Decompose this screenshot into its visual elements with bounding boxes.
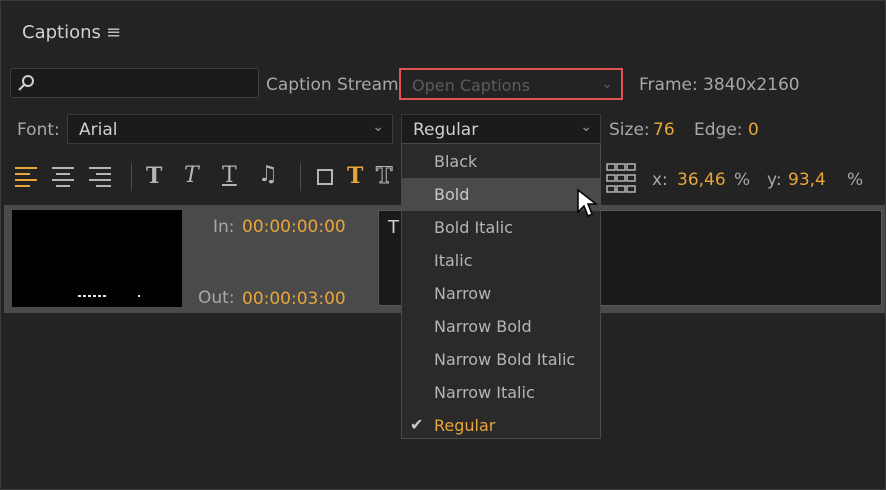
toolbar-divider [131,163,132,191]
y-label: y: [767,170,782,190]
dropdown-item[interactable]: Bold Italic [402,211,600,244]
dropdown-item-label: Bold Italic [434,218,513,237]
italic-button[interactable]: T [184,163,199,188]
dropdown-item-label: Narrow [434,284,492,303]
font-select[interactable]: Arial ⌄ [67,114,393,144]
x-unit: % [734,170,751,190]
chevron-down-icon: ⌄ [601,76,613,92]
bold-button[interactable]: T [146,163,162,189]
underline-button[interactable]: T [222,163,237,188]
font-label: Font: [17,120,60,140]
music-note-icon[interactable]: ♫ [258,162,278,187]
dropdown-item-label: Black [434,152,478,171]
y-unit: % [847,170,864,190]
text-color-button[interactable]: T [347,163,363,189]
caption-stream-select[interactable]: Open Captions ⌄ [399,68,623,100]
dropdown-item-label: Regular [434,416,496,435]
dropdown-item[interactable]: Narrow Bold Italic [402,343,600,376]
align-center-icon[interactable] [51,165,75,189]
x-value[interactable]: 36,46 [677,170,726,190]
chevron-down-icon: ⌄ [580,119,592,135]
in-label: In: [213,217,235,237]
dropdown-item-label: Bold [434,185,470,204]
dropdown-item[interactable]: Narrow [402,277,600,310]
align-left-icon[interactable] [14,165,38,189]
text-outline-button[interactable]: T [375,163,392,190]
caption-preview-text [78,295,108,297]
dropdown-item[interactable]: ✔ Regular [402,409,600,442]
dropdown-item-label: Italic [434,251,473,270]
size-label: Size: [609,120,650,140]
caption-thumbnail [12,210,182,307]
caption-stream-value: Open Captions [412,76,530,95]
out-timecode[interactable]: 00:00:03:00 [242,289,346,309]
align-right-icon[interactable] [88,165,112,189]
dropdown-item[interactable]: Narrow Italic [402,376,600,409]
caption-stream-label: Caption Stream: [266,75,405,95]
hamburger-icon[interactable]: ≡ [106,22,121,43]
frame-label: Frame: [639,75,698,95]
frame-value: 3840x2160 [703,75,800,95]
caption-text: T [388,217,399,238]
dropdown-item[interactable]: Bold [402,178,600,211]
dropdown-item-label: Narrow Bold Italic [434,350,576,369]
toolbar-divider [300,163,301,191]
size-value[interactable]: 76 [653,120,675,140]
font-value: Arial [79,120,118,140]
font-style-value: Regular [413,120,479,140]
chevron-down-icon: ⌄ [372,119,384,135]
dropdown-item[interactable]: Black [402,145,600,178]
in-timecode[interactable]: 00:00:00:00 [242,217,346,237]
search-input[interactable] [10,68,259,98]
out-label: Out: [198,288,235,308]
mouse-cursor-icon [577,188,599,218]
search-icon [18,75,34,91]
dropdown-item-label: Narrow Bold [434,317,532,336]
panel-title: Captions [22,22,101,43]
dropdown-item-label: Narrow Italic [434,383,535,402]
dropdown-item[interactable]: Italic [402,244,600,277]
font-style-dropdown: Black Bold Bold Italic Italic Narrow Narrow B… [401,143,601,439]
background-color-icon[interactable] [317,169,333,185]
caption-preview-dot [138,295,140,297]
x-label: x: [652,170,668,190]
edge-label: Edge: [694,120,743,140]
checkmark-icon: ✔ [410,415,424,434]
edge-value[interactable]: 0 [748,120,759,140]
dropdown-item[interactable]: Narrow Bold [402,310,600,343]
font-style-select[interactable]: Regular ⌄ [401,114,601,144]
position-grid-icon[interactable] [606,163,636,193]
y-value[interactable]: 93,4 [788,170,826,190]
